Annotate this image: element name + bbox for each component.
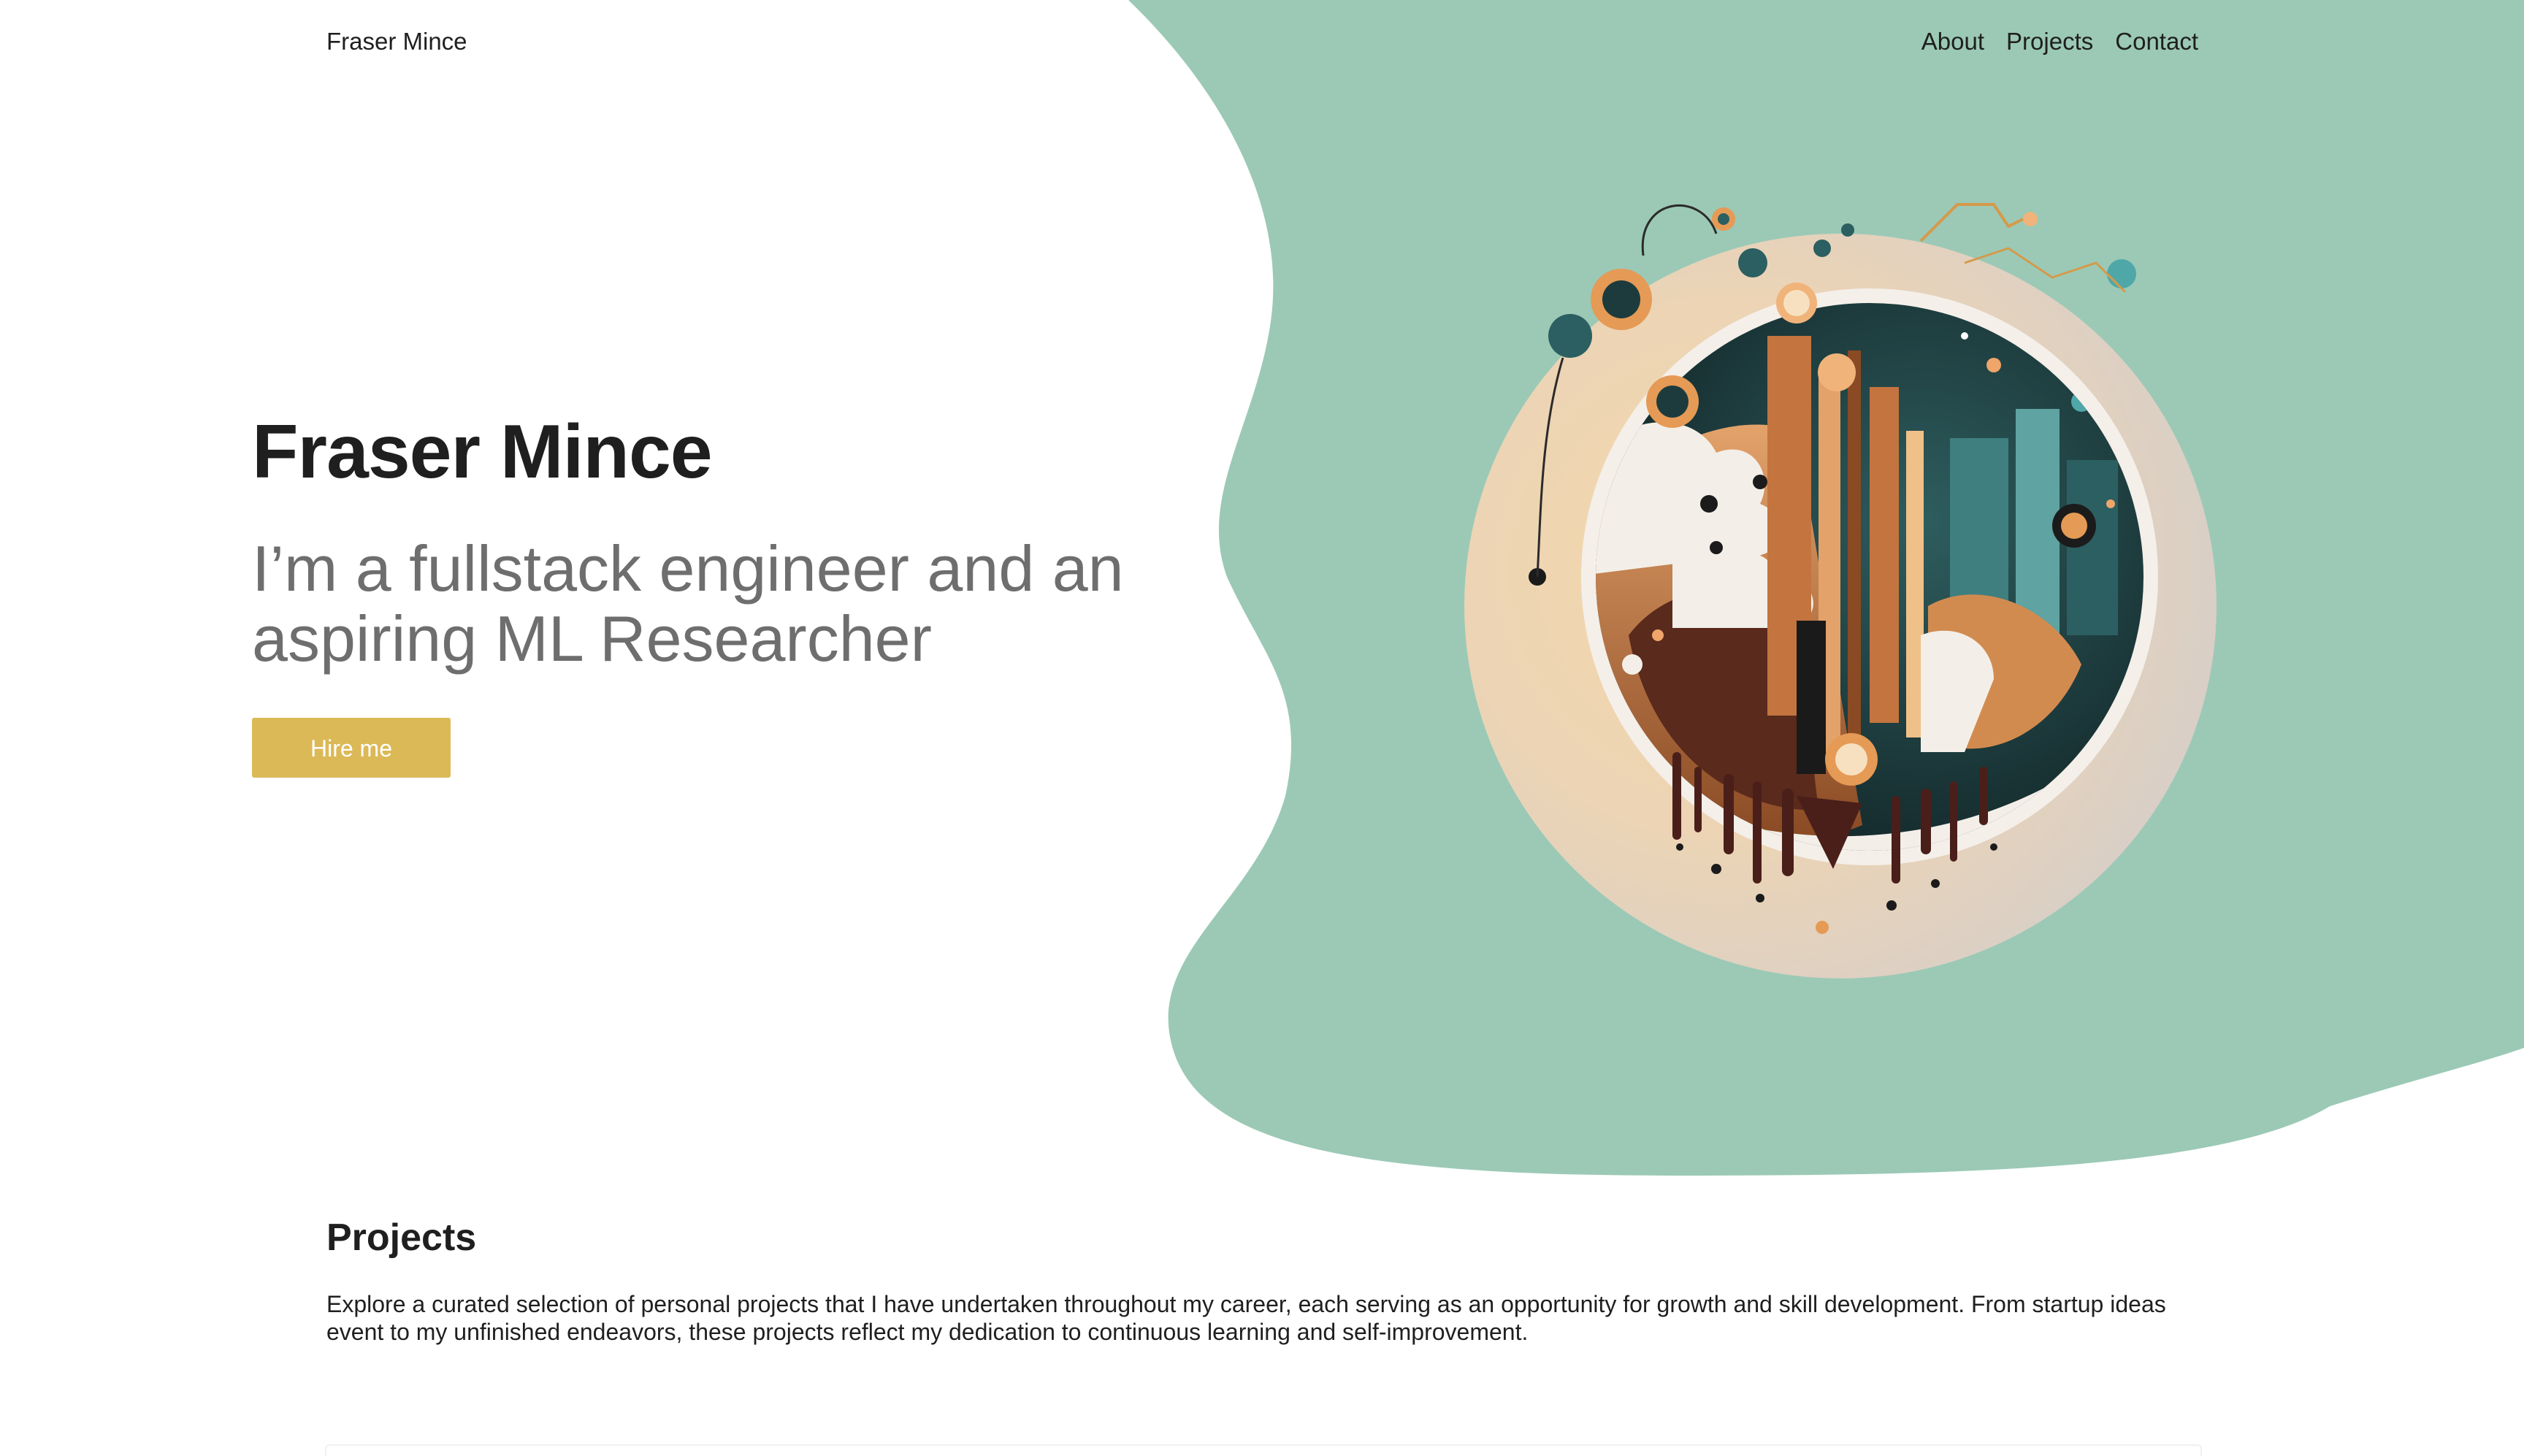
hero-title: Fraser Mince bbox=[252, 410, 713, 494]
projects-description: Explore a curated selection of personal … bbox=[326, 1291, 2166, 1345]
hire-me-button[interactable]: Hire me bbox=[252, 718, 451, 778]
hero-section: Fraser Mince I’m a fullstack engineer an… bbox=[252, 409, 1201, 778]
projects-heading: Projects bbox=[326, 1216, 477, 1259]
nav-link-about[interactable]: About bbox=[1921, 28, 1984, 55]
project-card-top bbox=[325, 1444, 2202, 1456]
nav-brand-link[interactable]: Fraser Mince bbox=[326, 28, 467, 55]
portfolio-page: Fraser Mince About Projects Contact Fras… bbox=[0, 0, 2524, 1456]
nav-link-projects[interactable]: Projects bbox=[2006, 28, 2093, 55]
nav-links: About Projects Contact bbox=[1921, 28, 2198, 55]
hero-illustration bbox=[1464, 203, 2217, 978]
hero-tagline: I’m a fullstack engineer and an aspiring… bbox=[252, 532, 1124, 675]
projects-section: Projects Explore a curated selection of … bbox=[326, 1216, 2198, 1346]
top-nav: Fraser Mince About Projects Contact bbox=[0, 0, 2524, 88]
nav-link-contact[interactable]: Contact bbox=[2115, 28, 2198, 55]
